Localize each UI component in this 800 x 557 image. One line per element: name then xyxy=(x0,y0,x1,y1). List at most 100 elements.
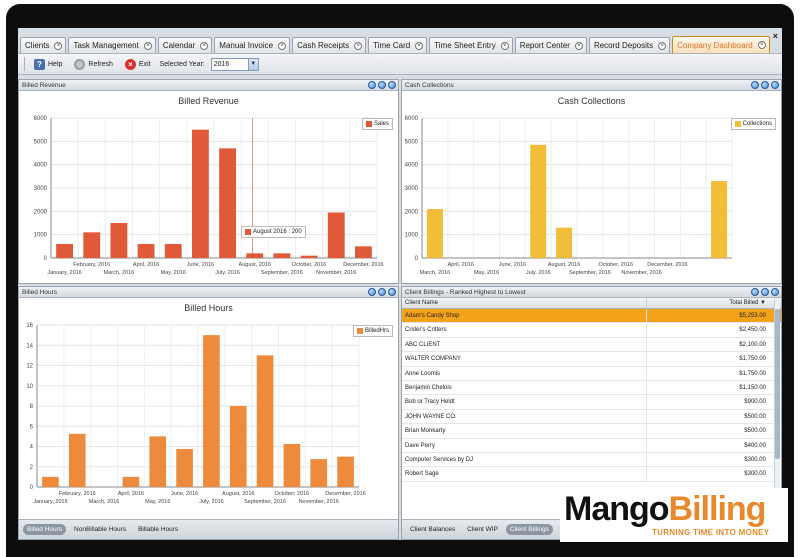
restore-icon[interactable] xyxy=(761,81,769,89)
tab-report-center[interactable]: Report Center × xyxy=(514,37,587,53)
table-row[interactable]: Benjamin Chelois $1,150.00 xyxy=(402,380,781,396)
tab-time-sheet-entry[interactable]: Time Sheet Entry × xyxy=(429,37,513,53)
maximize-icon[interactable] xyxy=(771,81,779,89)
bar[interactable] xyxy=(246,253,264,258)
bar[interactable] xyxy=(229,406,247,487)
total-billed-cell: $2,100.00 xyxy=(739,341,766,348)
bar[interactable] xyxy=(300,255,318,258)
restore-icon[interactable] xyxy=(761,288,769,296)
bar[interactable] xyxy=(711,181,728,258)
table-row[interactable]: Dave Perry $400.00 xyxy=(402,438,781,453)
refresh-button[interactable]: Refresh xyxy=(71,55,116,73)
grid-scrollbar[interactable] xyxy=(774,299,780,489)
tab-client-billings[interactable]: Client Billings xyxy=(505,524,553,535)
table-row[interactable]: Robert Sage $300.00 xyxy=(402,467,781,482)
x-tick-label: December, 2016 xyxy=(325,491,365,497)
column-header-client-name[interactable]: Client Name xyxy=(402,298,647,308)
billed-hours-panel: Billed Hours Billed Hours 0 2 4 6 8 10 12 14 16 J… xyxy=(18,286,399,540)
close-icon[interactable]: × xyxy=(757,41,766,49)
help-button[interactable]: ? Help xyxy=(31,55,65,73)
legend-swatch xyxy=(734,121,741,127)
window-close-button[interactable]: × xyxy=(773,31,778,41)
maximize-icon[interactable] xyxy=(771,288,779,296)
tab-client-balances[interactable]: Client Balances xyxy=(406,524,459,535)
bar[interactable] xyxy=(83,232,101,258)
bar[interactable] xyxy=(164,244,182,258)
tab-task-management[interactable]: Task Management × xyxy=(68,37,156,53)
bar[interactable] xyxy=(122,476,140,487)
bar[interactable] xyxy=(176,449,193,487)
y-tick-label: 6 xyxy=(30,424,34,430)
column-header-total-billed[interactable]: Total Billed ▼ xyxy=(647,298,771,308)
tab-billed-hours[interactable]: Billed Hours xyxy=(23,524,67,535)
bar[interactable] xyxy=(530,144,547,258)
x-tick-label: February, 2016 xyxy=(59,491,96,497)
close-icon[interactable]: × xyxy=(574,41,583,50)
close-icon[interactable]: × xyxy=(54,41,63,50)
bar[interactable] xyxy=(337,456,354,487)
bar[interactable] xyxy=(556,227,573,258)
bar[interactable] xyxy=(191,129,209,258)
bar[interactable] xyxy=(68,433,86,487)
tab-record-deposits[interactable]: Record Deposits × xyxy=(588,37,671,53)
tab-manual-invoice[interactable]: Manual Invoice × xyxy=(214,37,291,53)
tab-label: Report Center xyxy=(519,41,570,50)
bar[interactable] xyxy=(219,148,237,258)
close-icon[interactable]: × xyxy=(354,41,363,50)
bar[interactable] xyxy=(137,244,155,258)
bar[interactable] xyxy=(56,244,74,258)
hours-tab-bar: Billed Hours NonBillable Hours Billable … xyxy=(19,519,398,539)
close-icon[interactable]: × xyxy=(278,41,287,50)
exit-button[interactable]: × Exit xyxy=(122,55,154,73)
tab-clients[interactable]: Clients × xyxy=(20,37,67,53)
tab-time-card[interactable]: Time Card × xyxy=(368,37,428,53)
help-icon[interactable] xyxy=(368,81,376,89)
bar[interactable] xyxy=(426,209,443,258)
tab-client-wip[interactable]: Client WIP xyxy=(463,524,502,535)
close-icon[interactable]: × xyxy=(200,41,209,50)
close-icon[interactable]: × xyxy=(415,41,424,50)
x-tick-label: October, 2016 xyxy=(598,262,633,268)
restore-icon[interactable] xyxy=(378,81,386,89)
help-icon[interactable] xyxy=(751,81,759,89)
bar[interactable] xyxy=(273,253,291,258)
close-icon[interactable]: × xyxy=(658,41,667,50)
bar[interactable] xyxy=(42,476,59,487)
bar[interactable] xyxy=(310,459,328,487)
bar[interactable] xyxy=(354,246,372,258)
table-row[interactable]: Crider's Critters $2,450.00 xyxy=(402,323,781,338)
maximize-icon[interactable] xyxy=(388,81,396,89)
bar[interactable] xyxy=(283,443,301,487)
bar[interactable] xyxy=(149,436,167,487)
bar[interactable] xyxy=(110,223,128,258)
tab-nonbillable-hours[interactable]: NonBillable Hours xyxy=(70,524,130,535)
x-tick-label: November, 2016 xyxy=(621,270,661,276)
table-row[interactable]: ABC CLIENT $2,100.00 xyxy=(402,337,781,353)
tab-calendar[interactable]: Calendar × xyxy=(157,37,213,53)
tab-cash-receipts[interactable]: Cash Receipts × xyxy=(292,37,367,53)
bar[interactable] xyxy=(327,212,345,259)
close-icon[interactable]: × xyxy=(143,41,152,50)
bar[interactable] xyxy=(256,355,274,487)
bar[interactable] xyxy=(203,335,220,487)
table-row[interactable]: Anne Loomis $1,750.00 xyxy=(402,366,781,381)
help-icon[interactable] xyxy=(368,288,376,296)
table-row[interactable]: WALTER COMPANY $1,750.00 xyxy=(402,352,781,367)
table-row[interactable]: JOHN WAYNE CO. $500.00 xyxy=(402,409,781,425)
tab-billable-hours[interactable]: Billable Hours xyxy=(134,524,182,535)
table-row[interactable]: Bob or Tracy Heldt $900.00 xyxy=(402,395,781,410)
billed-revenue-panel: Billed Revenue Billed Revenue 0 1000 2000 3… xyxy=(18,79,399,284)
scrollbar-thumb[interactable] xyxy=(775,309,780,459)
table-row[interactable]: Adam's Candy Shop $5,253.00 xyxy=(402,309,781,324)
close-icon[interactable]: × xyxy=(500,41,509,50)
y-tick-label: 2 xyxy=(30,465,34,471)
restore-icon[interactable] xyxy=(378,288,386,296)
maximize-icon[interactable] xyxy=(388,288,396,296)
table-row[interactable]: Brian Monkarty $500.00 xyxy=(402,424,781,439)
table-row[interactable]: Computer Services by DJ $300.00 xyxy=(402,452,781,468)
tab-company-dashboard[interactable]: Company Dashboard × xyxy=(672,36,770,53)
y-tick-label: 2000 xyxy=(405,209,419,215)
help-icon[interactable] xyxy=(751,288,759,296)
year-select[interactable]: 2016 ▼ xyxy=(210,57,259,71)
chevron-down-icon[interactable]: ▼ xyxy=(247,58,258,70)
